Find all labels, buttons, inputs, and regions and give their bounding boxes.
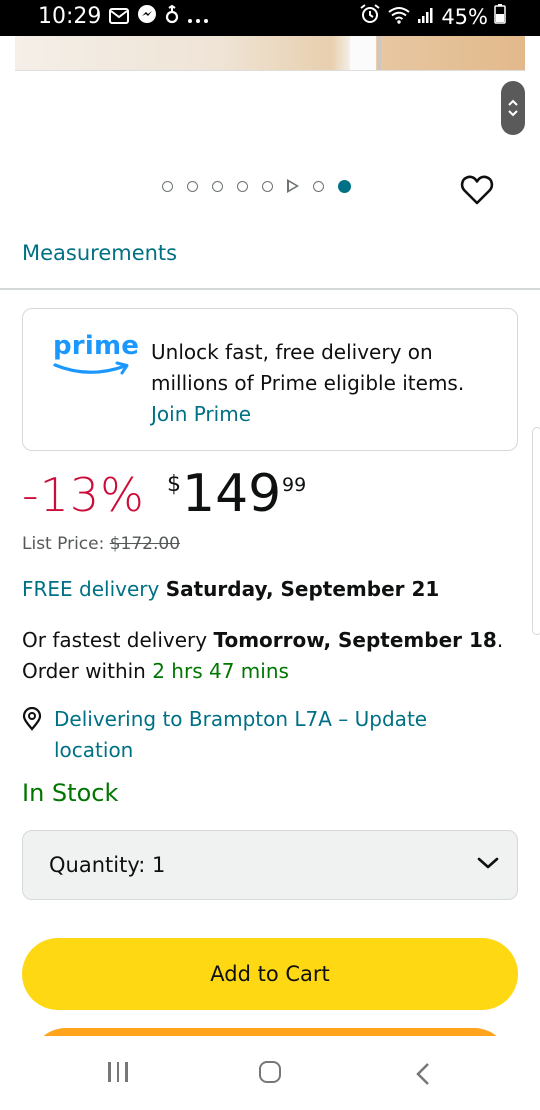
status-bar: 10:29 45%: [0, 0, 540, 36]
fastest-delivery-line: Or fastest delivery Tomorrow, September …: [22, 625, 522, 687]
price-currency: $: [167, 472, 181, 497]
fastest-delivery-suffix: .: [496, 628, 504, 652]
quantity-value: 1: [151, 853, 166, 877]
free-delivery-link[interactable]: FREE delivery: [22, 577, 159, 601]
fastest-delivery-prefix: Or fastest delivery: [22, 628, 208, 652]
price-fraction: 99: [282, 474, 307, 496]
quantity-label-text: Quantity:: [49, 853, 146, 877]
delivery-location[interactable]: Delivering to Brampton L7A – Update loca…: [22, 704, 472, 766]
price-whole: 149: [182, 464, 282, 524]
section-divider: [0, 288, 540, 290]
prime-logo: prime: [53, 331, 139, 381]
product-image-detail-shadow: [377, 36, 381, 70]
prime-smile-icon: [53, 361, 129, 375]
prime-message: Unlock fast, free delivery on millions o…: [151, 337, 491, 430]
quantity-select[interactable]: Quantity: 1: [22, 830, 518, 900]
status-time: 10:29: [38, 4, 102, 29]
join-prime-link[interactable]: Join Prime: [151, 402, 251, 426]
prime-upsell-card[interactable]: prime Unlock fast, free delivery on mill…: [22, 308, 518, 451]
carousel-dot[interactable]: [262, 180, 273, 192]
product-image-detail: [350, 36, 376, 70]
product-image[interactable]: [15, 36, 525, 71]
quantity-label: Quantity: 1: [49, 853, 165, 877]
chevron-up-icon: [508, 99, 518, 106]
chevron-down-icon: [508, 110, 518, 117]
side-panel-edge: [532, 427, 540, 635]
carousel-video-icon[interactable]: [287, 179, 299, 193]
back-icon[interactable]: [415, 1062, 431, 1090]
more-icon: [187, 5, 209, 29]
location-pin-icon: [22, 706, 42, 766]
list-price-label: List Price:: [22, 534, 105, 554]
prime-logo-text: prime: [53, 331, 140, 361]
order-countdown: 2 hrs 47 mins: [152, 659, 289, 683]
recents-icon[interactable]: [108, 1062, 128, 1082]
free-delivery-line: FREE delivery Saturday, September 21: [22, 577, 439, 601]
system-nav-bar: [0, 1036, 540, 1110]
status-right: 45%: [359, 4, 506, 29]
alarm-icon: [359, 4, 381, 29]
battery-icon: [494, 4, 506, 29]
carousel-dot-active[interactable]: [338, 179, 351, 193]
delivery-date: Saturday, September 21: [165, 577, 440, 601]
stock-status: In Stock: [22, 779, 119, 807]
messenger-icon: [137, 4, 157, 29]
chevron-down-icon: [477, 855, 499, 874]
image-scroll-handle[interactable]: [501, 81, 525, 135]
carousel-dot[interactable]: [162, 180, 173, 192]
list-price: List Price: $172.00: [22, 534, 180, 554]
battery-percent: 45%: [441, 4, 488, 29]
mail-icon: [109, 5, 130, 29]
carousel-dot[interactable]: [212, 180, 223, 192]
fastest-delivery-date: Tomorrow, September 18: [213, 628, 497, 652]
add-to-cart-button[interactable]: Add to Cart: [22, 938, 518, 1010]
home-icon[interactable]: [259, 1061, 281, 1083]
notification-icon: [165, 4, 179, 29]
delivery-location-link[interactable]: Delivering to Brampton L7A – Update loca…: [54, 704, 472, 766]
carousel-dot[interactable]: [187, 180, 198, 192]
image-carousel-dots: [162, 179, 351, 193]
discount-percent: -13%: [22, 468, 145, 522]
carousel-dot[interactable]: [313, 180, 324, 192]
wifi-icon: [387, 5, 411, 29]
wishlist-heart-icon[interactable]: [460, 174, 494, 210]
list-price-value: $172.00: [109, 534, 181, 554]
measurements-link[interactable]: Measurements: [22, 241, 177, 265]
carousel-dot[interactable]: [237, 180, 248, 192]
status-left: 10:29: [38, 4, 209, 29]
signal-icon: [417, 5, 435, 29]
prime-message-text: Unlock fast, free delivery on millions o…: [151, 340, 465, 395]
order-within-label: Order within: [22, 659, 146, 683]
